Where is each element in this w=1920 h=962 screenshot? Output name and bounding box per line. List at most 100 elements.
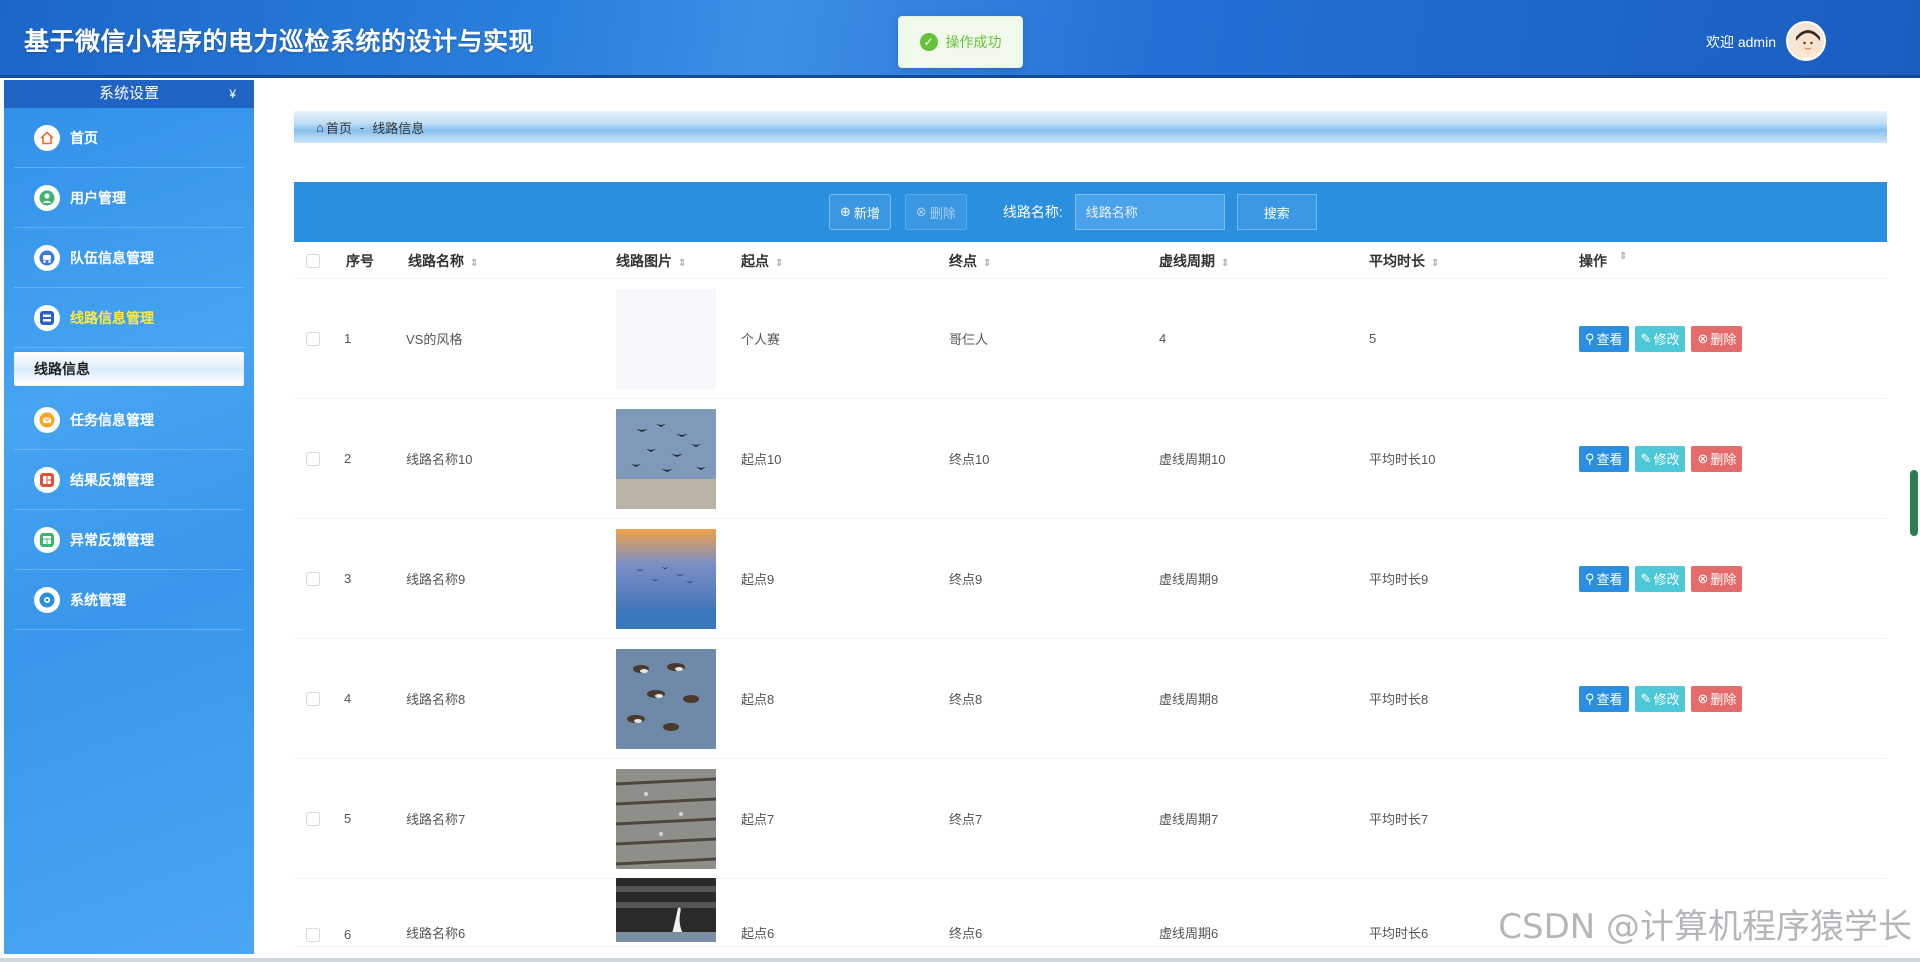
column-header[interactable]: 起点 ⇕ [741, 251, 949, 271]
sidebar-section-header[interactable]: 系统设置 ¥ [4, 80, 254, 108]
table-row: 1 VS的风格 个人赛 哥仨人 4 5 ⚲ 查看 ✎ 修改 ⊗ 删除 [294, 279, 1887, 399]
route-icon [34, 304, 60, 331]
search-icon: ⚲ [1585, 690, 1595, 706]
route-image-wetland[interactable] [616, 768, 716, 869]
row-checkbox[interactable] [306, 691, 320, 706]
plus-circle-icon: ⊕ [840, 204, 851, 219]
column-header[interactable]: 平均时长 ⇕ [1369, 251, 1579, 271]
route-cycle: 虚线周期8 [1159, 692, 1219, 707]
delete-button[interactable]: ⊗ 删除 [1691, 445, 1743, 472]
edit-icon: ✎ [1640, 330, 1652, 346]
row-checkbox[interactable] [306, 928, 320, 942]
route-duration: 平均时长8 [1369, 692, 1429, 707]
delete-button[interactable]: ⊗ 删除 [1691, 325, 1743, 352]
sidebar-item-anomaly[interactable]: 异常反馈管理 [14, 510, 244, 570]
route-end: 终点9 [949, 572, 983, 587]
app-title: 基于微信小程序的电力巡检系统的设计与实现 [24, 28, 535, 56]
route-image-placeholder [616, 288, 716, 389]
chevron-down-icon: ¥ [229, 87, 236, 101]
route-start: 起点8 [741, 692, 775, 707]
top-header: 基于微信小程序的电力巡检系统的设计与实现 ✓ 操作成功 欢迎 admin [0, 0, 1920, 78]
check-circle-icon: ✓ [919, 33, 938, 51]
submenu-route-info[interactable]: 线路信息 [14, 352, 244, 386]
route-image-egret[interactable] [616, 878, 716, 942]
route-name: 线路名称10 [406, 452, 473, 467]
batch-delete-button[interactable]: ⊗ 删除 [904, 194, 967, 230]
route-duration: 5 [1369, 331, 1377, 346]
route-start: 起点7 [741, 812, 775, 827]
row-checkbox[interactable] [306, 451, 320, 466]
user-icon [34, 184, 60, 211]
sidebar-item-team[interactable]: 队伍信息管理 [14, 228, 244, 288]
route-start: 起点9 [741, 572, 775, 587]
row-index: 1 [344, 331, 352, 346]
route-name: 线路名称7 [406, 812, 466, 827]
delete-button[interactable]: ⊗ 删除 [1691, 565, 1743, 592]
edit-icon: ✎ [1640, 690, 1652, 706]
column-header[interactable]: 操作 ⇕ [1579, 251, 1887, 271]
close-circle-icon: ⊗ [915, 204, 927, 219]
breadcrumb: ⌂ 首页 - 线路信息 [294, 111, 1887, 143]
search-input[interactable] [1074, 194, 1225, 230]
route-start: 起点6 [741, 926, 775, 941]
toast-message: 操作成功 [945, 34, 1002, 50]
route-image-sunset-birds[interactable] [616, 528, 716, 629]
search-icon: ⚲ [1585, 450, 1595, 466]
row-index: 6 [344, 927, 352, 942]
sidebar-item-result[interactable]: 结果反馈管理 [14, 450, 244, 510]
table-row: 2 线路名称10 起点10 终点10 虚线周期10 平均时长10 ⚲查看 ✎ [294, 399, 1887, 519]
column-header[interactable]: 终点 ⇕ [949, 251, 1159, 271]
route-cycle: 虚线周期10 [1159, 452, 1226, 467]
home-icon [34, 124, 60, 151]
sidebar-item-users[interactable]: 用户管理 [14, 168, 244, 228]
route-duration: 平均时长9 [1369, 572, 1429, 587]
sidebar-item-route[interactable]: 线路信息管理 [14, 288, 244, 348]
sort-icon: ⇕ [1221, 257, 1230, 269]
column-header[interactable]: 线路名称 ⇕ [406, 251, 616, 271]
edit-button[interactable]: ✎ 修改 [1634, 445, 1686, 472]
sidebar-item-label: 用户管理 [70, 189, 126, 206]
table-row: 3 线路名称9 起点9 终点9 虚线周期9 平均时长9 ⚲ 查看 ✎ 修改 ⊗ … [294, 519, 1887, 639]
page-scrollbar[interactable] [1910, 470, 1918, 536]
sidebar-item-task[interactable]: 任务信息管理 [14, 390, 244, 450]
sidebar-item-home[interactable]: 首页 [14, 108, 244, 168]
add-button[interactable]: ⊕ 新增 [829, 194, 891, 230]
route-image-shorebirds[interactable] [616, 648, 716, 749]
search-button[interactable]: 搜索 [1236, 194, 1317, 230]
route-duration: 平均时长10 [1369, 452, 1436, 467]
home-outline-icon: ⌂ [316, 119, 324, 135]
row-index: 4 [344, 691, 352, 706]
column-header[interactable]: 序号 [344, 251, 406, 271]
search-icon: ⚲ [1585, 570, 1595, 586]
welcome-text: 欢迎 admin [1705, 34, 1776, 50]
route-image-birds-flying[interactable] [616, 408, 716, 509]
breadcrumb-home[interactable]: 首页 [326, 118, 352, 137]
user-avatar[interactable] [1786, 21, 1826, 61]
view-button[interactable]: ⚲ 查看 [1579, 565, 1629, 592]
row-checkbox[interactable] [306, 571, 320, 586]
edit-button[interactable]: ✎ 修改 [1634, 565, 1686, 592]
column-header[interactable]: 线路图片 ⇕ [616, 251, 741, 271]
table-row: 5 线路名称7 起点7 终点7 虚线周期7 平均时长7 [294, 759, 1887, 879]
breadcrumb-separator: - [359, 119, 365, 135]
row-checkbox[interactable] [306, 331, 320, 346]
select-all-checkbox[interactable] [306, 253, 320, 268]
sort-icon: ⇕ [983, 257, 992, 269]
view-button[interactable]: ⚲ 查看 [1579, 325, 1629, 352]
sort-icon: ⇕ [1431, 257, 1440, 269]
edit-button[interactable]: ✎ 修改 [1634, 685, 1686, 712]
view-button[interactable]: ⚲ 查看 [1579, 445, 1629, 472]
sidebar-item-label: 异常反馈管理 [70, 531, 154, 548]
row-index: 2 [344, 451, 352, 466]
view-button[interactable]: ⚲ 查看 [1579, 685, 1629, 712]
delete-button[interactable]: ⊗ 删除 [1691, 685, 1743, 712]
column-header[interactable]: 虚线周期 ⇕ [1159, 251, 1369, 271]
route-start: 起点10 [741, 452, 782, 467]
close-circle-icon: ⊗ [1697, 330, 1709, 346]
sidebar-item-label: 结果反馈管理 [70, 471, 154, 488]
row-checkbox[interactable] [306, 811, 320, 826]
edit-button[interactable]: ✎ 修改 [1634, 325, 1686, 352]
success-toast: ✓ 操作成功 [898, 16, 1023, 68]
search-label: 线路名称: [1002, 204, 1063, 220]
sidebar-item-system[interactable]: 系统管理 [14, 570, 244, 630]
